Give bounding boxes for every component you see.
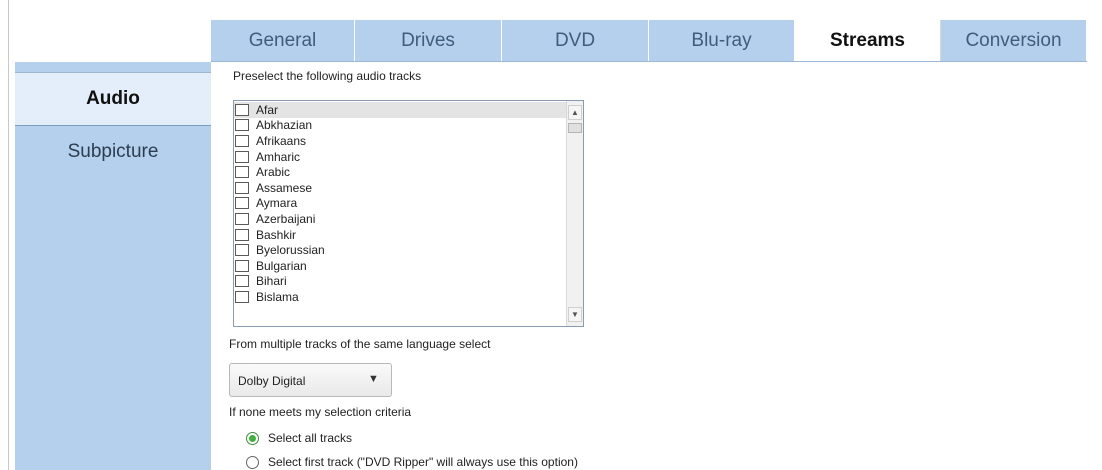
language-list-item[interactable]: Byelorussian xyxy=(234,242,566,258)
radio-unselected-icon[interactable] xyxy=(246,455,259,469)
tab-blu-ray[interactable]: Blu-ray xyxy=(649,20,795,62)
scrollbar-thumb[interactable] xyxy=(568,123,582,133)
language-list-item[interactable]: Abkhazian xyxy=(234,118,566,134)
sidebar-item-audio[interactable]: Audio xyxy=(15,73,211,126)
language-label: Abkhazian xyxy=(256,118,313,133)
sidebar-item-subpicture[interactable]: Subpicture xyxy=(15,126,211,178)
checkbox[interactable] xyxy=(235,103,249,116)
scroll-down-arrow-icon[interactable]: ▼ xyxy=(568,307,582,322)
checkbox[interactable] xyxy=(235,212,249,225)
language-label: Assamese xyxy=(256,180,313,195)
tab-drives[interactable]: Drives xyxy=(355,20,502,62)
language-list-item[interactable]: Bashkir xyxy=(234,227,566,243)
checkbox[interactable] xyxy=(235,166,249,179)
language-label: Azerbaijani xyxy=(256,211,316,226)
language-list-item[interactable]: Arabic xyxy=(234,164,566,180)
language-label: Afrikaans xyxy=(256,133,307,148)
tab-bar-divider xyxy=(211,61,1087,62)
multiple-tracks-label: From multiple tracks of the same languag… xyxy=(229,337,491,351)
sidebar: Audio Subpicture xyxy=(15,62,211,470)
language-label: Byelorussian xyxy=(256,243,325,258)
tab-bar: General Drives DVD Blu-ray Streams Conve… xyxy=(211,20,1087,62)
tab-general[interactable]: General xyxy=(211,20,355,62)
language-list-item[interactable]: Bihari xyxy=(234,274,566,290)
sidebar-header-strip xyxy=(15,62,211,73)
language-list-item[interactable]: Bislama xyxy=(234,289,566,305)
language-list-item[interactable]: Afar xyxy=(234,102,566,118)
tab-dvd[interactable]: DVD xyxy=(502,20,649,62)
radio-select-all-tracks[interactable]: Select all tracks xyxy=(246,431,352,445)
none-meets-criteria-label: If none meets my selection criteria xyxy=(229,405,412,419)
audio-format-value: Dolby Digital xyxy=(238,374,306,388)
checkbox[interactable] xyxy=(235,259,249,272)
preselect-audio-label: Preselect the following audio tracks xyxy=(233,69,422,83)
language-items: Afar Abkhazian Afrikaans Amharic Arabic Assam… xyxy=(234,102,566,305)
checkbox[interactable] xyxy=(235,275,249,288)
language-list-item[interactable]: Amharic xyxy=(234,149,566,165)
language-list-item[interactable]: Azerbaijani xyxy=(234,211,566,227)
radio-select-first-track[interactable]: Select first track ("DVD Ripper" will al… xyxy=(246,455,578,469)
tab-conversion[interactable]: Conversion xyxy=(941,20,1087,62)
language-label: Aymara xyxy=(256,196,298,211)
audio-format-select[interactable]: Dolby Digital ▼ xyxy=(229,363,392,397)
chevron-down-icon: ▼ xyxy=(368,373,379,385)
language-list-item[interactable]: Bulgarian xyxy=(234,258,566,274)
language-label: Bulgarian xyxy=(256,258,307,273)
language-label: Bashkir xyxy=(256,227,297,242)
radio-select-all-label: Select all tracks xyxy=(268,431,353,445)
language-label: Arabic xyxy=(256,165,291,180)
radio-select-first-label: Select first track ("DVD Ripper" will al… xyxy=(268,455,578,469)
language-list-item[interactable]: Afrikaans xyxy=(234,133,566,149)
language-list-scrollbar[interactable]: ▲ ▼ xyxy=(566,101,583,326)
language-list-item[interactable]: Aymara xyxy=(234,196,566,212)
checkbox[interactable] xyxy=(235,228,249,241)
language-list-item[interactable]: Assamese xyxy=(234,180,566,196)
checkbox[interactable] xyxy=(235,244,249,257)
window-left-border xyxy=(8,0,9,470)
tab-streams[interactable]: Streams xyxy=(795,20,941,62)
checkbox[interactable] xyxy=(235,181,249,194)
checkbox[interactable] xyxy=(235,290,249,303)
language-label: Bislama xyxy=(256,289,299,304)
audio-language-list[interactable]: Afar Abkhazian Afrikaans Amharic Arabic Assam… xyxy=(233,100,584,327)
language-label: Amharic xyxy=(256,149,301,164)
checkbox[interactable] xyxy=(235,119,249,132)
checkbox[interactable] xyxy=(235,134,249,147)
checkbox[interactable] xyxy=(235,197,249,210)
checkbox[interactable] xyxy=(235,150,249,163)
language-label: Bihari xyxy=(256,274,287,289)
language-label: Afar xyxy=(256,102,279,117)
radio-selected-icon[interactable] xyxy=(246,431,259,445)
scroll-up-arrow-icon[interactable]: ▲ xyxy=(568,105,582,120)
